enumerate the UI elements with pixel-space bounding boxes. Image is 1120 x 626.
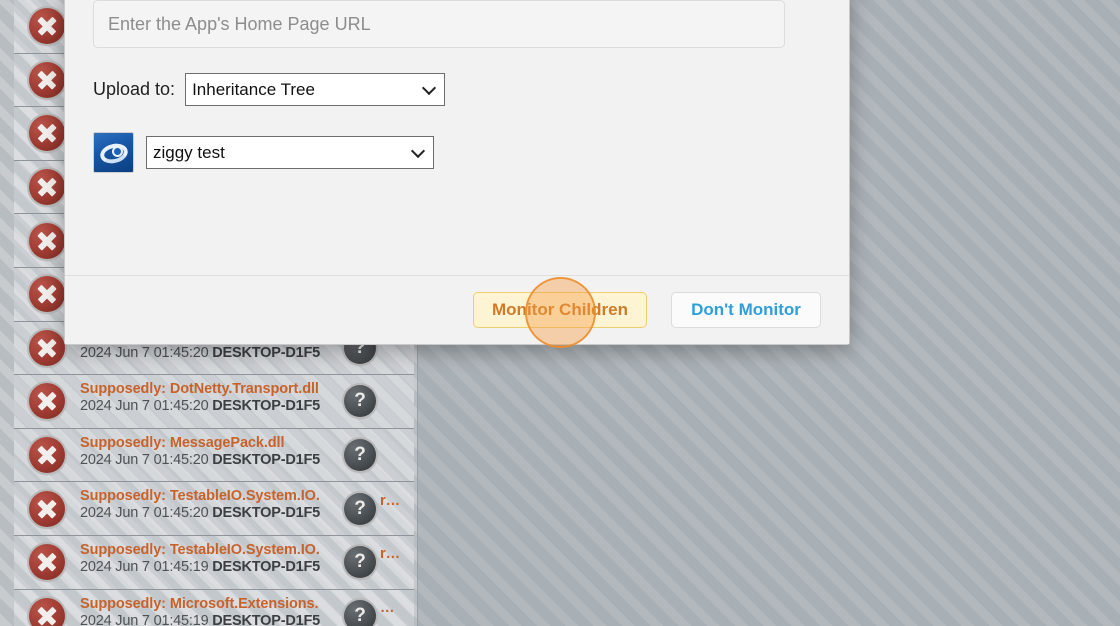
- alert-title-truncated: r…: [380, 546, 401, 563]
- red-x-icon: [29, 61, 65, 98]
- question-mark-icon[interactable]: ?: [344, 492, 376, 525]
- ziggy-dot: [114, 148, 121, 155]
- alert-host: DESKTOP-D1F5: [212, 398, 320, 415]
- alert-timestamp: 2024 Jun 7 01:45:19: [80, 612, 209, 626]
- alert-host: DESKTOP-D1F5: [212, 558, 320, 575]
- question-mark-icon[interactable]: ?: [344, 439, 376, 472]
- upload-to-combo-wrap: Inheritance Tree: [185, 73, 446, 106]
- home-page-url-placeholder: Enter the App's Home Page URL: [108, 13, 371, 34]
- alert-row[interactable]: Supposedly: TestableIO.System.IO. 2024 Ju…: [14, 482, 414, 536]
- alert-row[interactable]: Supposedly: Microsoft.Extensions. 2024 Ju…: [14, 589, 414, 626]
- question-mark-icon[interactable]: ?: [344, 546, 376, 579]
- desktop-backdrop: Supposedly: DotNetty.Common.dll2024 Jun …: [0, 0, 1120, 626]
- red-x-icon: [29, 437, 65, 474]
- alert-host: DESKTOP-D1F5: [212, 612, 320, 626]
- alert-row[interactable]: Supposedly: MessagePack.dll 2024 Jun 7 01…: [14, 428, 414, 483]
- alert-title-truncated: …: [380, 599, 395, 616]
- account-select[interactable]: ziggy test: [146, 136, 434, 169]
- dialog-body: Legitimate program Home Page URL: Enter …: [65, 0, 849, 277]
- red-x-icon: [29, 8, 65, 45]
- monitor-children-button[interactable]: Monitor Children: [473, 292, 647, 328]
- red-x-icon: [29, 544, 65, 581]
- upload-to-label: Upload to:: [93, 79, 176, 99]
- question-mark-icon[interactable]: ?: [344, 385, 376, 418]
- red-x-icon: [29, 222, 65, 259]
- red-x-icon: [29, 597, 65, 626]
- upload-to-row: Upload to: Inheritance Tree: [93, 73, 821, 106]
- dialog-footer: Monitor Children Don't Monitor: [65, 275, 849, 344]
- red-x-icon: [29, 490, 65, 527]
- upload-to-select[interactable]: Inheritance Tree: [185, 73, 446, 106]
- alert-host: DESKTOP-D1F5: [212, 505, 320, 522]
- alert-host: DESKTOP-D1F5: [212, 451, 320, 468]
- red-x-icon: [29, 115, 65, 152]
- home-page-url-input[interactable]: Enter the App's Home Page URL: [93, 0, 785, 48]
- account-row: ziggy test: [93, 132, 821, 173]
- alert-timestamp: 2024 Jun 7 01:45:20: [80, 344, 209, 361]
- alert-title-truncated: r…: [380, 492, 401, 509]
- red-x-icon: [29, 169, 65, 206]
- account-combo-wrap: ziggy test: [146, 136, 434, 169]
- alert-row[interactable]: Supposedly: DotNetty.Transport.dll 2024 J…: [14, 375, 414, 429]
- monitor-children-dialog: Legitimate program Home Page URL: Enter …: [64, 0, 850, 345]
- red-x-icon: [29, 329, 65, 366]
- dont-monitor-button[interactable]: Don't Monitor: [671, 292, 821, 328]
- ziggy-icon: [93, 132, 134, 173]
- red-x-icon: [29, 276, 65, 313]
- question-mark-icon[interactable]: ?: [344, 599, 376, 626]
- alert-host: DESKTOP-D1F5: [212, 344, 320, 361]
- alert-timestamp: 2024 Jun 7 01:45:20: [80, 451, 209, 468]
- alert-timestamp: 2024 Jun 7 01:45:20: [80, 398, 209, 415]
- alert-row[interactable]: Supposedly: TestableIO.System.IO. 2024 Ju…: [14, 535, 414, 590]
- red-x-icon: [29, 383, 65, 420]
- alert-timestamp: 2024 Jun 7 01:45:19: [80, 558, 209, 575]
- alert-timestamp: 2024 Jun 7 01:45:20: [80, 505, 209, 522]
